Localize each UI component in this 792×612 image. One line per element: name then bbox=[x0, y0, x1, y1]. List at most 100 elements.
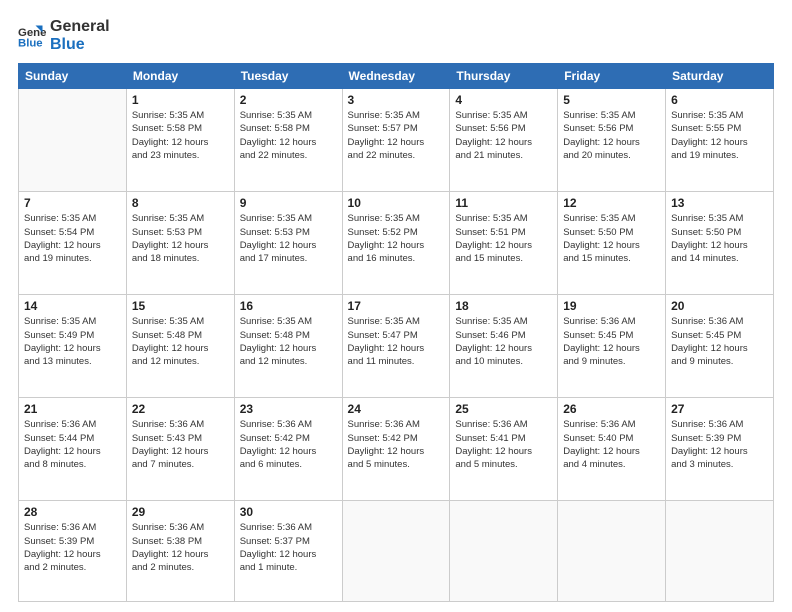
calendar-cell: 5Sunrise: 5:35 AMSunset: 5:56 PMDaylight… bbox=[558, 89, 666, 192]
day-number: 12 bbox=[563, 196, 660, 210]
calendar-cell: 1Sunrise: 5:35 AMSunset: 5:58 PMDaylight… bbox=[126, 89, 234, 192]
day-number: 25 bbox=[455, 402, 552, 416]
calendar-cell bbox=[558, 501, 666, 602]
calendar-cell: 22 Sunrise: 5:36 AMSunset: 5:43 PMDayligh… bbox=[126, 398, 234, 501]
logo-icon: General Blue bbox=[18, 22, 46, 50]
calendar-cell: 19Sunrise: 5:36 AMSunset: 5:45 PMDayligh… bbox=[558, 295, 666, 398]
day-number: 17 bbox=[348, 299, 445, 313]
weekday-header-tuesday: Tuesday bbox=[234, 64, 342, 89]
calendar-cell: 29Sunrise: 5:36 AMSunset: 5:38 PMDayligh… bbox=[126, 501, 234, 602]
weekday-header-thursday: Thursday bbox=[450, 64, 558, 89]
day-info: Sunrise: 5:36 AMSunset: 5:37 PMDaylight:… bbox=[240, 521, 337, 574]
calendar: SundayMondayTuesdayWednesdayThursdayFrid… bbox=[18, 63, 774, 602]
calendar-cell bbox=[450, 501, 558, 602]
calendar-cell: 30 Sunrise: 5:36 AMSunset: 5:37 PMDayligh… bbox=[234, 501, 342, 602]
day-number: 15 bbox=[132, 299, 229, 313]
day-info: Sunrise: 5:35 AMSunset: 5:53 PMDaylight:… bbox=[132, 212, 229, 265]
day-info: Sunrise: 5:36 AMSunset: 5:44 PMDaylight:… bbox=[24, 418, 121, 471]
calendar-cell: 13Sunrise: 5:35 AMSunset: 5:50 PMDayligh… bbox=[666, 192, 774, 295]
day-number: 4 bbox=[455, 93, 552, 107]
day-number: 26 bbox=[563, 402, 660, 416]
calendar-cell: 4 Sunrise: 5:35 AMSunset: 5:56 PMDaylight… bbox=[450, 89, 558, 192]
weekday-header-sunday: Sunday bbox=[19, 64, 127, 89]
svg-text:Blue: Blue bbox=[18, 37, 43, 49]
day-number: 10 bbox=[348, 196, 445, 210]
calendar-cell: 20 Sunrise: 5:36 AMSunset: 5:45 PMDayligh… bbox=[666, 295, 774, 398]
calendar-cell: 16Sunrise: 5:35 AMSunset: 5:48 PMDayligh… bbox=[234, 295, 342, 398]
day-number: 6 bbox=[671, 93, 768, 107]
day-info: Sunrise: 5:35 AMSunset: 5:56 PMDaylight:… bbox=[455, 109, 552, 162]
day-info: Sunrise: 5:35 AMSunset: 5:54 PMDaylight:… bbox=[24, 212, 121, 265]
day-number: 7 bbox=[24, 196, 121, 210]
day-number: 14 bbox=[24, 299, 121, 313]
calendar-header: SundayMondayTuesdayWednesdayThursdayFrid… bbox=[19, 64, 774, 89]
day-info: Sunrise: 5:35 AMSunset: 5:48 PMDaylight:… bbox=[132, 315, 229, 368]
day-info: Sunrise: 5:36 AMSunset: 5:42 PMDaylight:… bbox=[240, 418, 337, 471]
day-number: 11 bbox=[455, 196, 552, 210]
day-info: Sunrise: 5:36 AMSunset: 5:45 PMDaylight:… bbox=[671, 315, 768, 368]
day-info: Sunrise: 5:35 AMSunset: 5:50 PMDaylight:… bbox=[671, 212, 768, 265]
calendar-cell: 9 Sunrise: 5:35 AMSunset: 5:53 PMDaylight… bbox=[234, 192, 342, 295]
weekday-header-saturday: Saturday bbox=[666, 64, 774, 89]
day-number: 22 bbox=[132, 402, 229, 416]
day-info: Sunrise: 5:36 AMSunset: 5:45 PMDaylight:… bbox=[563, 315, 660, 368]
calendar-body: 1 Sunrise: 5:35 AMSunset: 5:58 PMDaylight… bbox=[19, 89, 774, 602]
calendar-week-1: 1 Sunrise: 5:35 AMSunset: 5:58 PMDaylight… bbox=[19, 89, 774, 192]
day-info: Sunrise: 5:35 AMSunset: 5:46 PMDaylight:… bbox=[455, 315, 552, 368]
day-number: 24 bbox=[348, 402, 445, 416]
day-info: Sunrise: 5:36 AMSunset: 5:42 PMDaylight:… bbox=[348, 418, 445, 471]
calendar-cell: 17 Sunrise: 5:35 AMSunset: 5:47 PMDayligh… bbox=[342, 295, 450, 398]
day-info: Sunrise: 5:35 AMSunset: 5:57 PMDaylight:… bbox=[348, 109, 445, 162]
calendar-cell bbox=[19, 89, 127, 192]
day-info: Sunrise: 5:36 AMSunset: 5:39 PMDaylight:… bbox=[24, 521, 121, 574]
day-info: Sunrise: 5:35 AMSunset: 5:48 PMDaylight:… bbox=[240, 315, 337, 368]
day-info: Sunrise: 5:35 AMSunset: 5:47 PMDaylight:… bbox=[348, 315, 445, 368]
logo-general: General bbox=[50, 18, 110, 36]
calendar-week-4: 21Sunrise: 5:36 AMSunset: 5:44 PMDayligh… bbox=[19, 398, 774, 501]
day-number: 20 bbox=[671, 299, 768, 313]
day-info: Sunrise: 5:35 AMSunset: 5:53 PMDaylight:… bbox=[240, 212, 337, 265]
page: General Blue General Blue SundayMondayTu… bbox=[0, 0, 792, 612]
day-info: Sunrise: 5:35 AMSunset: 5:58 PMDaylight:… bbox=[240, 109, 337, 162]
calendar-cell: 25Sunrise: 5:36 AMSunset: 5:41 PMDayligh… bbox=[450, 398, 558, 501]
calendar-cell: 7 Sunrise: 5:35 AMSunset: 5:54 PMDaylight… bbox=[19, 192, 127, 295]
calendar-cell: 18Sunrise: 5:35 AMSunset: 5:46 PMDayligh… bbox=[450, 295, 558, 398]
calendar-cell: 14Sunrise: 5:35 AMSunset: 5:49 PMDayligh… bbox=[19, 295, 127, 398]
weekday-header-monday: Monday bbox=[126, 64, 234, 89]
day-number: 27 bbox=[671, 402, 768, 416]
calendar-cell: 21Sunrise: 5:36 AMSunset: 5:44 PMDayligh… bbox=[19, 398, 127, 501]
weekday-header-wednesday: Wednesday bbox=[342, 64, 450, 89]
header: General Blue General Blue bbox=[18, 18, 774, 53]
calendar-cell: 28Sunrise: 5:36 AMSunset: 5:39 PMDayligh… bbox=[19, 501, 127, 602]
calendar-week-5: 28Sunrise: 5:36 AMSunset: 5:39 PMDayligh… bbox=[19, 501, 774, 602]
day-info: Sunrise: 5:36 AMSunset: 5:39 PMDaylight:… bbox=[671, 418, 768, 471]
calendar-cell: 23 Sunrise: 5:36 AMSunset: 5:42 PMDayligh… bbox=[234, 398, 342, 501]
calendar-cell: 11Sunrise: 5:35 AMSunset: 5:51 PMDayligh… bbox=[450, 192, 558, 295]
weekday-row: SundayMondayTuesdayWednesdayThursdayFrid… bbox=[19, 64, 774, 89]
day-number: 1 bbox=[132, 93, 229, 107]
day-info: Sunrise: 5:36 AMSunset: 5:43 PMDaylight:… bbox=[132, 418, 229, 471]
weekday-header-friday: Friday bbox=[558, 64, 666, 89]
day-number: 5 bbox=[563, 93, 660, 107]
calendar-cell bbox=[342, 501, 450, 602]
calendar-cell bbox=[666, 501, 774, 602]
calendar-cell: 6 Sunrise: 5:35 AMSunset: 5:55 PMDaylight… bbox=[666, 89, 774, 192]
calendar-cell: 26Sunrise: 5:36 AMSunset: 5:40 PMDayligh… bbox=[558, 398, 666, 501]
day-number: 23 bbox=[240, 402, 337, 416]
calendar-cell: 8 Sunrise: 5:35 AMSunset: 5:53 PMDaylight… bbox=[126, 192, 234, 295]
logo-blue: Blue bbox=[50, 36, 110, 54]
calendar-cell: 27 Sunrise: 5:36 AMSunset: 5:39 PMDayligh… bbox=[666, 398, 774, 501]
calendar-cell: 10 Sunrise: 5:35 AMSunset: 5:52 PMDayligh… bbox=[342, 192, 450, 295]
day-info: Sunrise: 5:35 AMSunset: 5:55 PMDaylight:… bbox=[671, 109, 768, 162]
day-info: Sunrise: 5:35 AMSunset: 5:52 PMDaylight:… bbox=[348, 212, 445, 265]
calendar-cell: 12Sunrise: 5:35 AMSunset: 5:50 PMDayligh… bbox=[558, 192, 666, 295]
calendar-week-3: 14Sunrise: 5:35 AMSunset: 5:49 PMDayligh… bbox=[19, 295, 774, 398]
day-number: 30 bbox=[240, 505, 337, 519]
logo: General Blue General Blue bbox=[18, 18, 110, 53]
calendar-cell: 3 Sunrise: 5:35 AMSunset: 5:57 PMDaylight… bbox=[342, 89, 450, 192]
day-number: 29 bbox=[132, 505, 229, 519]
calendar-cell: 2Sunrise: 5:35 AMSunset: 5:58 PMDaylight… bbox=[234, 89, 342, 192]
day-number: 8 bbox=[132, 196, 229, 210]
day-number: 3 bbox=[348, 93, 445, 107]
day-number: 9 bbox=[240, 196, 337, 210]
